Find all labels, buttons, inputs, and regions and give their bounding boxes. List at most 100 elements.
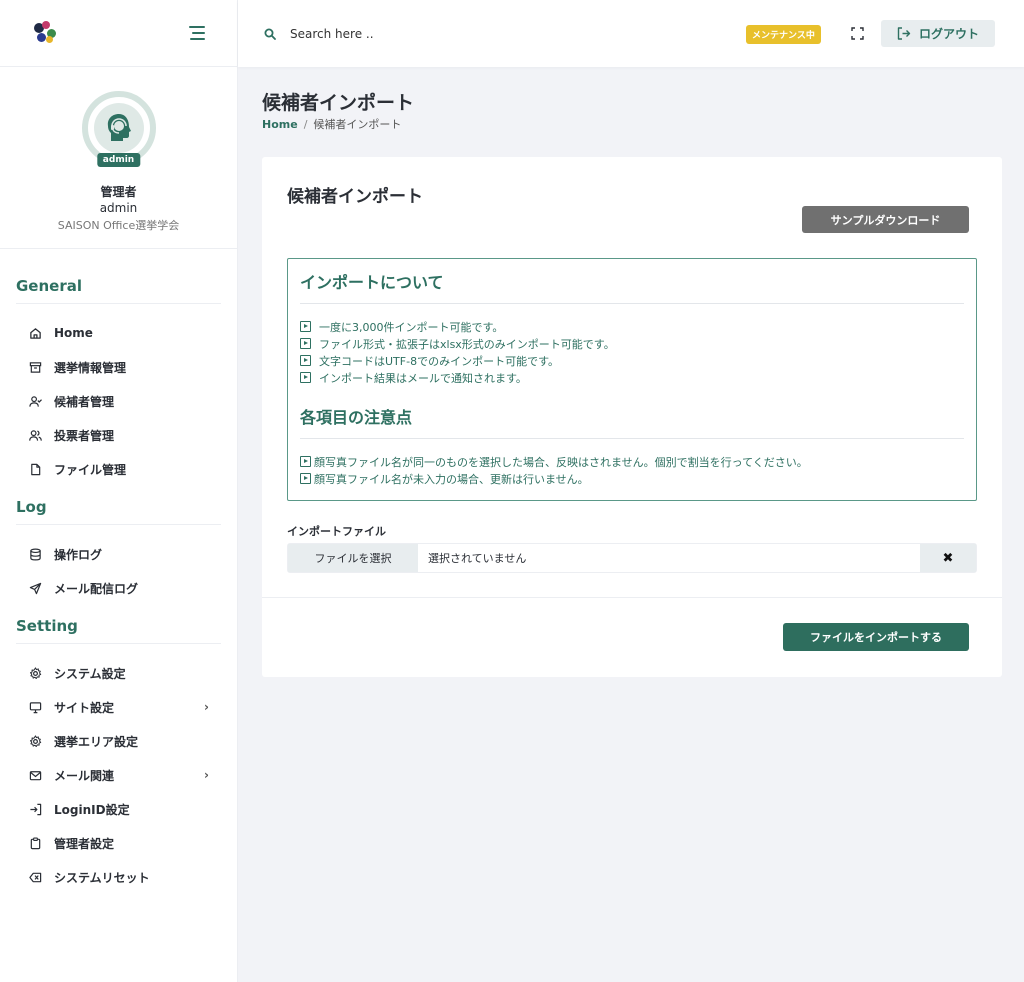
sidebar-item-label: 操作ログ [54,547,103,562]
logo-bar [0,0,237,67]
play-square-icon [300,321,311,332]
file-icon [28,462,42,476]
file-choose-button[interactable]: ファイルを選択 [288,544,418,572]
list-item-text: 文字コードはUTF-8でのみインポート可能です。 [319,354,559,368]
profile-org: SAISON Office選挙学会 [57,219,180,232]
file-name-display: 選択されていません [428,552,527,565]
notes-heading: 各項目の注意点 [300,404,964,439]
list-item: インポート結果はメールで通知されます。 [300,369,964,386]
file-clear-button[interactable]: ✖ [920,544,976,572]
chevron-right-icon: › [204,700,209,714]
database-icon [28,547,42,561]
logout-label: ログアウト [918,27,979,41]
brand-logo[interactable] [32,21,58,45]
home-icon [28,326,42,340]
play-square-icon [300,456,311,467]
card-title: 候補者インポート [287,187,423,207]
sidebar-item-label: LoginID設定 [54,802,130,817]
search-icon [264,28,276,40]
import-file-label: インポートファイル [287,525,386,538]
gear-icon [28,734,42,748]
sidebar-item-home[interactable]: Home [28,316,221,350]
sidebar-nav: General Home 選挙情報管理 候補者管理 投票者管理 ファイル管理 L… [0,269,237,894]
maintenance-badge: メンテナンス中 [746,25,821,44]
play-square-icon [300,473,311,484]
list-item-text: 一度に3,000件インポート可能です。 [319,320,504,334]
sidebar-item-election-info[interactable]: 選挙情報管理 [28,350,221,384]
sidebar-item-system-reset[interactable]: システムリセット [28,860,221,894]
card-divider [262,597,1002,598]
sidebar-item-site-settings[interactable]: サイト設定 › [28,690,221,724]
fullscreen-icon[interactable] [851,27,864,40]
logout-button[interactable]: ログアウト [881,20,995,47]
menu-toggle-icon[interactable] [189,26,205,40]
sidebar-item-label: メール配信ログ [54,581,139,596]
file-input: ファイルを選択 選択されていません ✖ [287,543,977,573]
admin-badge: admin [96,153,141,167]
login-icon [28,802,42,816]
sidebar-item-loginid[interactable]: LoginID設定 [28,792,221,826]
sidebar-item-election-area[interactable]: 選挙エリア設定 [28,724,221,758]
page-title: 候補者インポート [262,92,415,114]
list-item: 一度に3,000件インポート可能です。 [300,318,964,335]
sidebar-item-label: Home [54,326,93,340]
play-square-icon [300,355,311,366]
sidebar: admin 管理者 admin SAISON Office選挙学会 Genera… [0,0,238,982]
sidebar-item-voters[interactable]: 投票者管理 [28,418,221,452]
list-item: 文字コードはUTF-8でのみインポート可能です。 [300,352,964,369]
breadcrumb-separator: / [303,118,308,131]
list-item-text: 顔写真ファイル名が未入力の場合、更新は行いません。 [314,472,589,486]
about-heading: インポートについて [300,269,964,304]
play-square-icon [300,338,311,349]
breadcrumb-home-link[interactable]: Home [262,118,298,131]
sidebar-item-label: 選挙情報管理 [54,360,127,375]
avatar[interactable]: admin [81,91,156,167]
breadcrumb: Home / 候補者インポート [262,116,401,132]
import-card: 候補者インポート サンプルダウンロード インポートについて 一度に3,000件イ… [262,157,1002,677]
sidebar-item-mail[interactable]: メール関連 › [28,758,221,792]
search-input[interactable] [290,26,590,41]
play-square-icon [300,372,311,383]
send-icon [28,581,42,595]
list-item: ファイル形式・拡張子はxlsx形式のみインポート可能です。 [300,335,964,352]
sidebar-item-label: 投票者管理 [54,428,115,443]
list-item: 顔写真ファイル名が未入力の場合、更新は行いません。 [300,470,964,487]
list-item: 顔写真ファイル名が同一のものを選択した場合、反映はされません。個別で割当を行って… [300,453,964,470]
sidebar-item-label: システム設定 [54,666,126,681]
support-agent-icon [107,114,131,141]
mail-icon [28,768,42,782]
nav-heading-log: Log [16,490,221,525]
import-file-button[interactable]: ファイルをインポートする [783,623,969,651]
sidebar-item-label: サイト設定 [54,700,115,715]
monitor-icon [28,700,42,714]
sidebar-item-candidates[interactable]: 候補者管理 [28,384,221,418]
nav-heading-general: General [16,269,221,304]
about-list: 一度に3,000件インポート可能です。 ファイル形式・拡張子はxlsx形式のみイ… [300,318,964,386]
breadcrumb-current: 候補者インポート [313,118,402,131]
topbar: メンテナンス中 ログアウト [238,0,1024,67]
list-item-text: インポート結果はメールで通知されます。 [319,371,527,385]
sidebar-item-label: ファイル管理 [54,462,127,477]
sample-download-button[interactable]: サンプルダウンロード [802,206,969,233]
sidebar-item-files[interactable]: ファイル管理 [28,452,221,486]
list-item-text: 顔写真ファイル名が同一のものを選択した場合、反映はされません。個別で割当を行って… [314,455,808,469]
sidebar-item-label: システムリセット [54,870,150,885]
sidebar-item-admin-settings[interactable]: 管理者設定 [28,826,221,860]
sidebar-item-label: メール関連 [54,768,115,783]
profile-panel: admin 管理者 admin SAISON Office選挙学会 [0,67,237,249]
nav-heading-setting: Setting [16,609,221,644]
gear-icon [28,666,42,680]
users-icon [28,428,42,442]
profile-username: admin [99,201,138,215]
logout-icon [897,27,911,40]
sidebar-item-mail-log[interactable]: メール配信ログ [28,571,221,605]
notes-list: 顔写真ファイル名が同一のものを選択した場合、反映はされません。個別で割当を行って… [300,453,964,487]
sidebar-item-system-settings[interactable]: システム設定 [28,656,221,690]
archive-icon [28,360,42,374]
clipboard-icon [28,836,42,850]
user-check-icon [28,394,42,408]
profile-role: 管理者 [100,185,137,199]
sidebar-item-label: 選挙エリア設定 [54,734,139,749]
import-info-box: インポートについて 一度に3,000件インポート可能です。 ファイル形式・拡張子… [287,258,977,501]
sidebar-item-operation-log[interactable]: 操作ログ [28,537,221,571]
